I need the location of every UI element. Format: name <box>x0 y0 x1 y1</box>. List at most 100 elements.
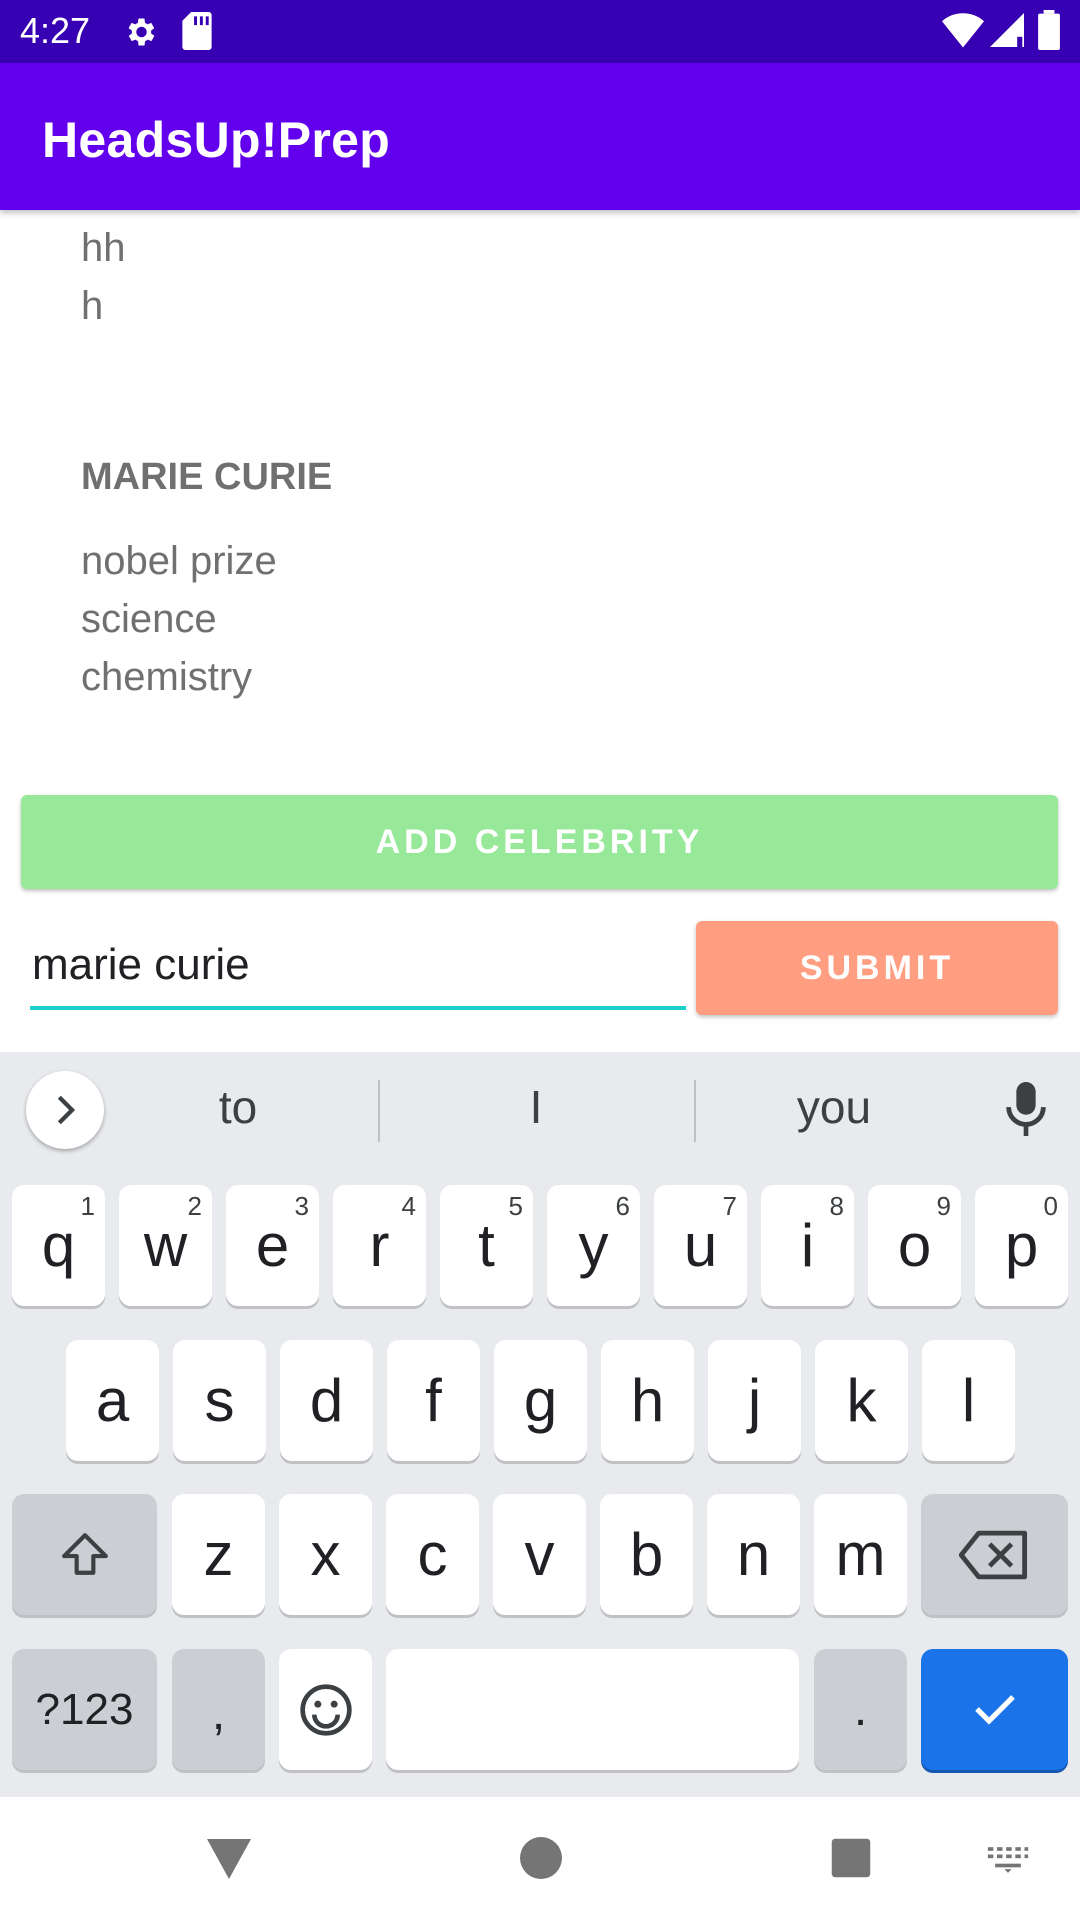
nav-recents-icon[interactable] <box>830 1837 872 1879</box>
key[interactable]: k <box>815 1340 908 1461</box>
navigation-bar <box>0 1797 1080 1920</box>
key-hint: 9 <box>936 1191 951 1221</box>
key-label: f <box>425 1367 442 1434</box>
key-label: a <box>95 1367 130 1434</box>
key[interactable]: c <box>386 1494 479 1615</box>
key[interactable]: a <box>66 1340 159 1461</box>
key-label: c <box>417 1521 448 1588</box>
key-label: k <box>846 1367 877 1434</box>
key[interactable]: d <box>280 1340 373 1461</box>
emoji-key[interactable] <box>279 1649 372 1770</box>
key-label: j <box>747 1367 762 1434</box>
divider <box>378 1080 380 1142</box>
key-hint: 6 <box>615 1191 630 1221</box>
key[interactable]: z <box>172 1494 265 1615</box>
key[interactable]: f <box>387 1340 480 1461</box>
input-value: marie curie <box>32 940 250 989</box>
add-celebrity-button[interactable]: ADD CELEBRITY <box>21 795 1058 889</box>
key[interactable]: g <box>494 1340 587 1461</box>
key[interactable]: u7 <box>654 1185 747 1306</box>
clue-line: science <box>81 597 217 641</box>
celebrity-name-input[interactable]: marie curie <box>30 930 686 1010</box>
partial-list-item: hh h <box>81 219 126 335</box>
symbols-key[interactable]: ?123 <box>12 1649 157 1770</box>
chevron-right-icon <box>57 1095 76 1125</box>
key[interactable]: p0 <box>975 1185 1068 1306</box>
key[interactable]: s <box>173 1340 266 1461</box>
key[interactable]: x <box>279 1494 372 1615</box>
key-hint: 5 <box>508 1191 523 1221</box>
submit-button[interactable]: SUBMIT <box>696 921 1058 1015</box>
key-hint: 4 <box>401 1191 416 1221</box>
key[interactable]: m <box>814 1494 907 1615</box>
signal-icon <box>990 13 1024 47</box>
key[interactable]: y6 <box>547 1185 640 1306</box>
done-key[interactable] <box>921 1649 1068 1770</box>
divider <box>694 1080 696 1142</box>
key[interactable]: l <box>922 1340 1015 1461</box>
key[interactable]: q1 <box>12 1185 105 1306</box>
key[interactable]: n <box>707 1494 800 1615</box>
status-time: 4:27 <box>20 10 91 51</box>
keyboard-icon[interactable] <box>986 1845 1030 1875</box>
shift-key[interactable] <box>12 1494 157 1615</box>
battery-icon <box>1038 10 1060 50</box>
soft-keyboard: to I you ?123 , . q 1 w 2 e 3 r 4 t 5 y … <box>0 1052 1080 1797</box>
key-hint: 3 <box>294 1191 309 1221</box>
key-label: x <box>310 1521 341 1588</box>
app-title: HeadsUp!Prep <box>42 112 391 168</box>
key[interactable]: o9 <box>868 1185 961 1306</box>
shift-icon <box>62 1533 108 1575</box>
key[interactable]: w2 <box>119 1185 212 1306</box>
key-label: b <box>629 1521 664 1588</box>
app-bar: HeadsUp!Prep <box>0 63 1080 210</box>
space-key[interactable] <box>386 1649 799 1770</box>
period-key[interactable]: . <box>814 1649 907 1770</box>
celebrity-card: MARIE CURIE <box>81 456 332 499</box>
key-label: h <box>630 1367 665 1434</box>
key[interactable]: r4 <box>333 1185 426 1306</box>
clue-line: chemistry <box>81 655 253 699</box>
key-label: z <box>203 1521 234 1588</box>
key-label: l <box>961 1367 976 1434</box>
status-bar: 4:27 <box>0 0 1080 63</box>
celebrity-clues: nobel prize science chemistry <box>81 532 277 706</box>
sd-card-icon <box>182 12 212 50</box>
key-label: g <box>523 1367 558 1434</box>
key[interactable]: t5 <box>440 1185 533 1306</box>
suggestion-item[interactable]: you <box>734 1080 934 1134</box>
key-hint: 2 <box>187 1191 202 1221</box>
suggestion-item[interactable]: to <box>138 1080 338 1134</box>
comma-key[interactable]: , <box>172 1649 265 1770</box>
celebrity-name: MARIE CURIE <box>81 456 333 498</box>
key[interactable]: v <box>493 1494 586 1615</box>
key-label: v <box>524 1521 555 1588</box>
clue-line: nobel prize <box>81 539 277 583</box>
clue-line: hh <box>81 226 126 270</box>
key-label: d <box>309 1367 344 1434</box>
nav-back-icon[interactable] <box>205 1837 253 1881</box>
mic-icon[interactable] <box>1006 1082 1046 1136</box>
key-hint: 7 <box>722 1191 737 1221</box>
gear-icon <box>128 18 155 46</box>
check-icon <box>975 1695 1015 1725</box>
key-label: m <box>835 1521 886 1588</box>
backspace-key[interactable] <box>921 1494 1068 1615</box>
suggestion-item[interactable]: I <box>436 1080 636 1134</box>
emoji-icon <box>300 1684 352 1736</box>
wifi-icon <box>942 13 984 48</box>
nav-home-icon[interactable] <box>520 1837 562 1879</box>
backspace-icon <box>959 1530 1028 1580</box>
key-hint: 1 <box>80 1191 95 1221</box>
key-hint: 8 <box>829 1191 844 1221</box>
key-hint: 0 <box>1043 1191 1058 1221</box>
key-label: n <box>736 1521 771 1588</box>
key[interactable]: e3 <box>226 1185 319 1306</box>
clue-line: h <box>81 284 104 328</box>
key[interactable]: j <box>708 1340 801 1461</box>
expand-suggestions-button[interactable] <box>26 1071 104 1149</box>
key[interactable]: i8 <box>761 1185 854 1306</box>
key-label: s <box>204 1367 235 1434</box>
key[interactable]: b <box>600 1494 693 1615</box>
key[interactable]: h <box>601 1340 694 1461</box>
